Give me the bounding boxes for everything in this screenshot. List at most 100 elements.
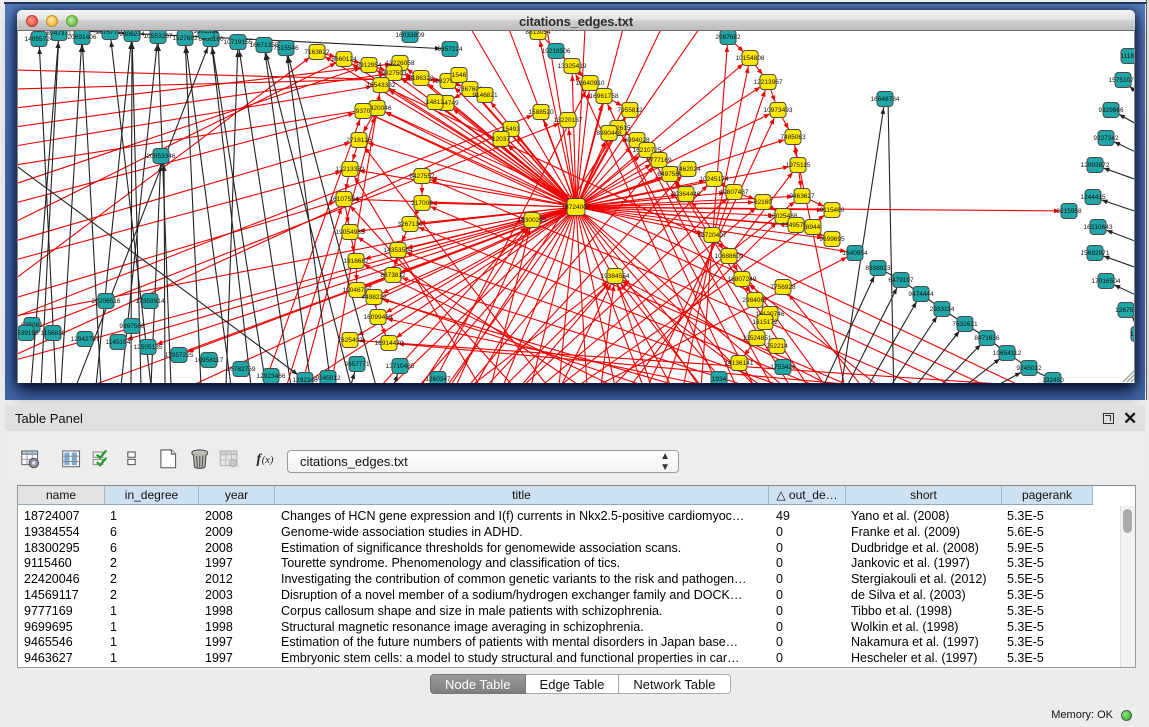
svg-text:9245012: 9245012 — [1016, 365, 1042, 372]
svg-text:16543382: 16543382 — [367, 82, 396, 89]
svg-text:8938923: 8938923 — [865, 265, 891, 272]
svg-text:8047371: 8047371 — [46, 31, 72, 37]
svg-text:8990448: 8990448 — [596, 130, 622, 137]
svg-text:17957225: 17957225 — [165, 352, 194, 359]
svg-text:6479197: 6479197 — [888, 277, 914, 284]
svg-text:12942737: 12942737 — [71, 336, 100, 343]
svg-text:13524851: 13524851 — [743, 335, 772, 342]
svg-text:20691406: 20691406 — [68, 34, 97, 41]
svg-text:7955812: 7955812 — [617, 107, 643, 114]
svg-text:9227342: 9227342 — [1093, 135, 1119, 142]
svg-text:9329966: 9329966 — [1098, 107, 1124, 114]
svg-text:8471636: 8471636 — [974, 335, 1000, 342]
svg-text:16210643: 16210643 — [1084, 224, 1113, 231]
svg-text:16099469: 16099469 — [364, 314, 393, 321]
svg-text:14055724: 14055724 — [25, 36, 54, 43]
svg-text:1588520: 1588520 — [528, 109, 554, 116]
svg-text:14353594: 14353594 — [384, 247, 413, 254]
svg-text:8944: 8944 — [806, 224, 821, 231]
svg-text:10553267: 10553267 — [144, 33, 173, 40]
svg-text:4498222: 4498222 — [361, 294, 387, 301]
svg-text:13220137: 13220137 — [554, 117, 583, 124]
svg-text:1615172: 1615172 — [752, 319, 778, 326]
svg-text:10245174: 10245174 — [700, 176, 729, 183]
svg-text:217006: 217006 — [411, 200, 433, 207]
svg-text:18300295: 18300295 — [518, 217, 547, 224]
svg-text:1260347: 1260347 — [425, 376, 451, 383]
svg-text:12923466: 12923466 — [257, 373, 286, 380]
svg-text:1156819: 1156819 — [41, 330, 66, 337]
svg-text:7515546: 7515546 — [273, 45, 299, 52]
svg-text:1527602: 1527602 — [172, 35, 198, 42]
svg-text:20206516: 20206516 — [92, 298, 121, 305]
svg-text:12213382: 12213382 — [336, 166, 365, 173]
svg-text:9699695: 9699695 — [819, 236, 845, 243]
svg-text:7632621: 7632621 — [952, 321, 978, 328]
svg-text:1292346: 1292346 — [292, 377, 318, 383]
svg-text:9361539: 9361539 — [193, 31, 219, 35]
svg-text:18807249: 18807249 — [728, 276, 757, 283]
svg-text:18640910: 18640910 — [576, 80, 605, 87]
svg-text:14812: 14812 — [426, 99, 444, 106]
svg-text:7625402: 7625402 — [337, 337, 363, 344]
svg-text:15751074: 15751074 — [1109, 77, 1135, 84]
svg-text:10654112: 10654112 — [993, 350, 1022, 357]
svg-text:12037: 12037 — [492, 136, 510, 143]
svg-text:16961758: 16961758 — [590, 93, 619, 100]
svg-text:8813054: 8813054 — [525, 31, 551, 36]
svg-text:62160: 62160 — [754, 199, 772, 206]
svg-text:20053346: 20053346 — [147, 153, 176, 160]
svg-text:16033809: 16033809 — [396, 32, 425, 39]
svg-text:2718126: 2718126 — [346, 137, 372, 144]
svg-text:9115460: 9115460 — [820, 207, 845, 214]
svg-text:16648784: 16648784 — [871, 96, 900, 103]
svg-text:1753426: 1753426 — [770, 364, 796, 371]
svg-text:17359914: 17359914 — [136, 298, 165, 305]
svg-text:252214: 252214 — [766, 343, 788, 350]
svg-text:10807487: 10807487 — [720, 189, 749, 196]
svg-text:10688609: 10688609 — [715, 253, 744, 260]
svg-text:1916682: 1916682 — [343, 258, 369, 265]
svg-text:16914479: 16914479 — [375, 340, 404, 347]
svg-text:8873812: 8873812 — [380, 272, 406, 279]
svg-text:15720407: 15720407 — [698, 232, 727, 239]
svg-text:9146821: 9146821 — [472, 92, 498, 99]
svg-text:2933114: 2933114 — [930, 306, 955, 313]
svg-text:9370: 9370 — [356, 108, 371, 115]
svg-text:8186328: 8186328 — [408, 75, 434, 82]
svg-text:13710485: 13710485 — [386, 363, 415, 370]
svg-text:9463627: 9463627 — [789, 193, 815, 200]
svg-text:2087682: 2087682 — [715, 34, 741, 41]
svg-text:126753: 126753 — [1115, 307, 1135, 314]
svg-text:10958117: 10958117 — [195, 357, 224, 364]
svg-text:1244415: 1244415 — [1080, 194, 1106, 201]
svg-text:(x): (x) — [262, 455, 274, 466]
svg-text:10154808: 10154808 — [736, 55, 765, 62]
svg-text:3267130: 3267130 — [397, 221, 423, 228]
svg-text:8660124: 8660124 — [331, 56, 357, 63]
svg-text:9827503: 9827503 — [381, 70, 407, 77]
svg-text:1546: 1546 — [452, 72, 467, 79]
svg-text:15334: 15334 — [1130, 331, 1135, 338]
svg-text:9357224: 9357224 — [437, 46, 463, 53]
svg-text:1640954: 1640954 — [842, 250, 868, 257]
svg-text:18724007: 18724007 — [562, 204, 591, 211]
svg-text:9777169: 9777169 — [646, 157, 672, 164]
svg-text:14136141: 14136141 — [725, 360, 754, 367]
svg-text:16782759: 16782759 — [227, 366, 256, 373]
svg-text:12213967: 12213967 — [754, 79, 783, 86]
svg-text:7163822: 7163822 — [304, 49, 330, 56]
svg-text:7462024: 7462024 — [675, 166, 701, 173]
svg-text:13325419: 13325419 — [558, 63, 587, 70]
svg-text:9857771: 9857771 — [344, 361, 370, 368]
svg-text:1145194: 1145194 — [106, 339, 131, 346]
svg-text:192450: 192450 — [1042, 377, 1064, 383]
svg-text:9245012: 9245012 — [315, 375, 341, 382]
svg-text:9806274: 9806274 — [119, 31, 145, 38]
svg-text:7485063: 7485063 — [780, 134, 806, 141]
svg-text:12093872: 12093872 — [1081, 162, 1110, 169]
svg-text:10719155: 10719155 — [224, 39, 253, 46]
svg-text:16107534: 16107534 — [330, 196, 359, 203]
svg-text:15692971: 15692971 — [1081, 250, 1110, 257]
svg-text:9997568: 9997568 — [119, 323, 145, 330]
